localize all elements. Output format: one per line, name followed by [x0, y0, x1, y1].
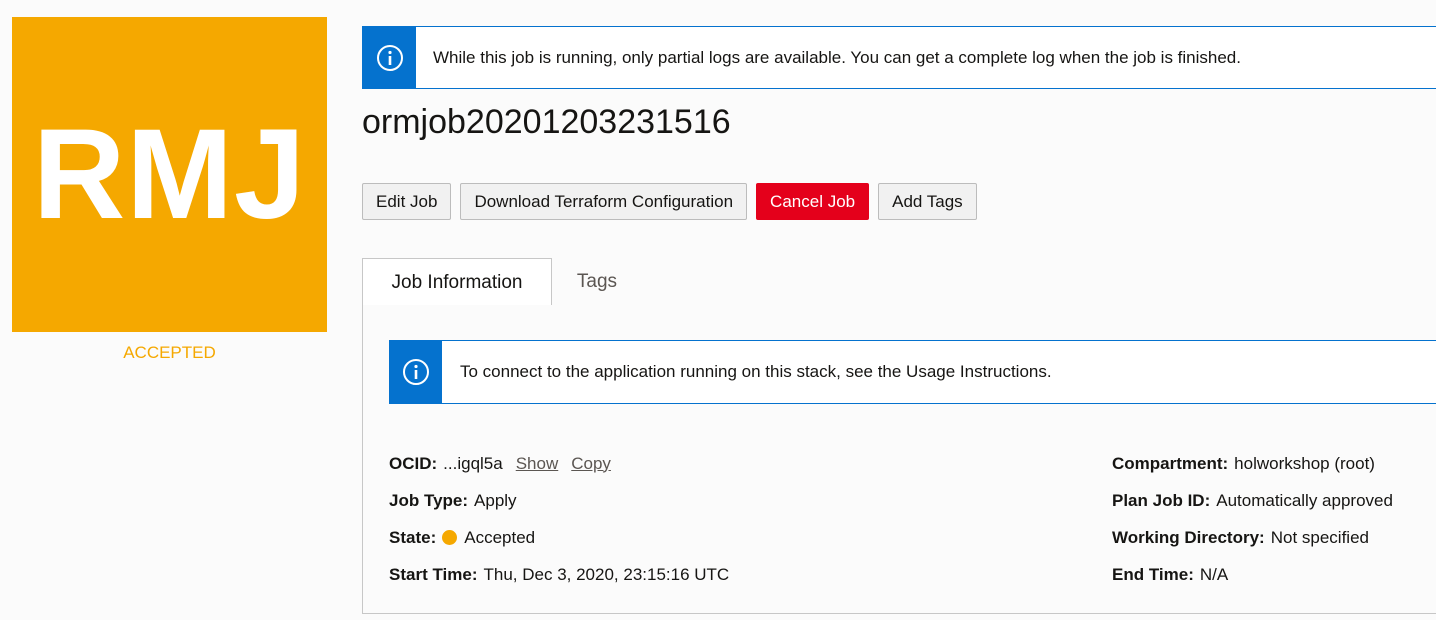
ocid-copy-link[interactable]: Copy	[571, 454, 611, 474]
details-left-column: OCID: ...igql5a Show Copy Job Type: Appl…	[389, 445, 729, 593]
badge-state-label: ACCEPTED	[123, 343, 216, 362]
job-type-label: Job Type:	[389, 490, 469, 510]
job-information-panel: To connect to the application running on…	[362, 305, 1436, 614]
compartment-value: holworkshop (root)	[1234, 453, 1375, 473]
plan-job-row: Plan Job ID: Automatically approved	[1112, 482, 1393, 519]
end-time-row: End Time: N/A	[1112, 556, 1393, 593]
page-title: ormjob20201203231516	[362, 103, 731, 141]
end-time-label: End Time:	[1112, 564, 1194, 584]
ocid-show-link[interactable]: Show	[516, 454, 559, 474]
working-directory-label: Working Directory:	[1112, 527, 1265, 547]
details-right-column: Compartment: holworkshop (root) Plan Job…	[1112, 445, 1393, 593]
panel-banner-icon-box	[390, 341, 442, 403]
start-time-value: Thu, Dec 3, 2020, 23:15:16 UTC	[483, 564, 730, 584]
job-details-page: RMJ ACCEPTED While this job is running, …	[0, 0, 1436, 620]
compartment-label: Compartment:	[1112, 453, 1229, 473]
usage-instructions-banner: To connect to the application running on…	[389, 340, 1436, 404]
edit-job-button[interactable]: Edit Job	[362, 183, 452, 220]
working-directory-row: Working Directory: Not specified	[1112, 519, 1393, 556]
ocid-label: OCID:	[389, 453, 438, 473]
tab-tags[interactable]: Tags	[552, 258, 642, 306]
cancel-job-button[interactable]: Cancel Job	[756, 183, 870, 220]
tab-job-information[interactable]: Job Information	[362, 258, 552, 307]
start-time-row: Start Time: Thu, Dec 3, 2020, 23:15:16 U…	[389, 556, 729, 593]
action-toolbar: Edit Job Download Terraform Configuratio…	[362, 183, 986, 220]
info-icon	[376, 44, 403, 71]
working-directory-value: Not specified	[1270, 527, 1369, 547]
state-row: State: Accepted	[389, 519, 729, 556]
state-label: State:	[389, 527, 437, 547]
end-time-value: N/A	[1199, 564, 1229, 584]
plan-job-label: Plan Job ID:	[1112, 490, 1211, 510]
job-type-value: Apply	[474, 490, 517, 510]
info-icon	[403, 359, 429, 385]
start-time-label: Start Time:	[389, 564, 478, 584]
banner-message: While this job is running, only partial …	[433, 47, 1241, 67]
add-tags-button[interactable]: Add Tags	[878, 183, 977, 220]
state-dot-icon	[442, 530, 458, 545]
banner-icon-box	[363, 27, 416, 88]
job-type-row: Job Type: Apply	[389, 482, 729, 519]
tab-bar: Job Information Tags	[362, 258, 1436, 307]
badge-text: RMJ	[32, 102, 307, 246]
state-value: Accepted	[464, 527, 536, 547]
plan-job-value: Automatically approved	[1216, 490, 1393, 510]
partial-logs-banner: While this job is running, only partial …	[362, 26, 1436, 89]
job-badge: RMJ	[12, 17, 327, 332]
ocid-row: OCID: ...igql5a Show Copy	[389, 445, 729, 482]
usage-banner-message: To connect to the application running on…	[460, 362, 1052, 381]
compartment-row: Compartment: holworkshop (root)	[1112, 445, 1393, 482]
download-terraform-button[interactable]: Download Terraform Configuration	[460, 183, 748, 220]
ocid-value: ...igql5a	[443, 453, 503, 473]
